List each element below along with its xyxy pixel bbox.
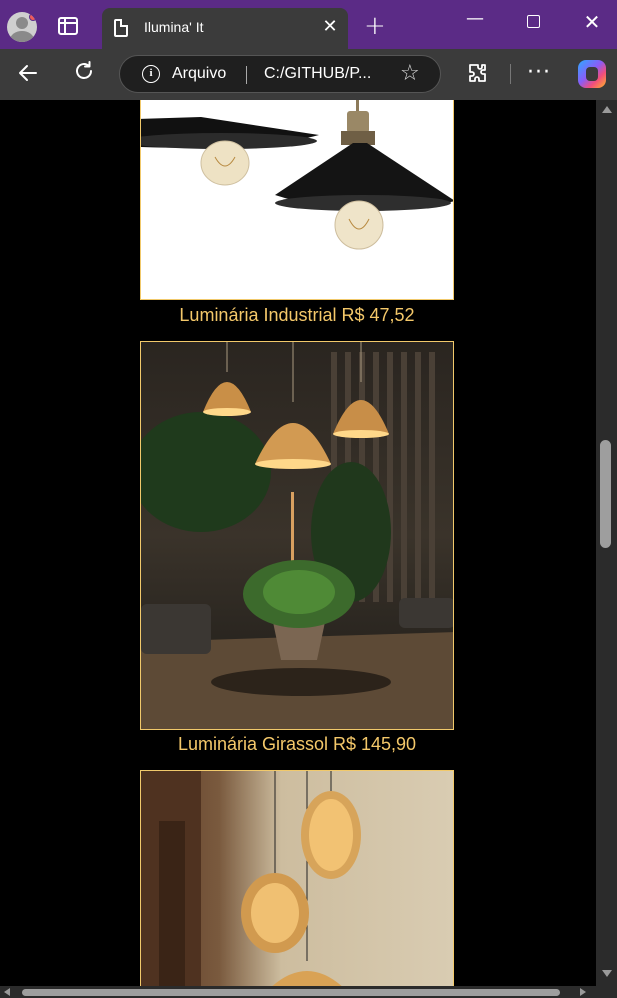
product-caption-1: Luminária Industrial R$ 47,52 xyxy=(179,305,415,325)
reload-icon xyxy=(76,61,92,79)
scroll-down-arrow-icon[interactable] xyxy=(602,970,612,977)
extensions-button[interactable] xyxy=(466,61,490,91)
reload-button[interactable] xyxy=(72,59,96,83)
tab-title: Ilumina' It xyxy=(144,19,204,35)
scroll-left-arrow-icon[interactable] xyxy=(4,988,10,996)
product-image-girassol[interactable] xyxy=(140,341,454,730)
vertical-scrollbar[interactable] xyxy=(596,100,617,986)
puzzle-icon xyxy=(469,64,486,82)
new-tab-button[interactable]: + xyxy=(364,13,386,39)
copilot-icon[interactable] xyxy=(578,60,606,88)
page-viewport: Luminária Industrial R$ 47,52 Luminária … xyxy=(0,100,596,986)
close-tab-button[interactable]: ✕ xyxy=(320,16,340,38)
horizontal-scrollbar[interactable] xyxy=(0,986,617,998)
profile-avatar-icon[interactable] xyxy=(7,12,37,42)
close-window-button[interactable]: ✕ xyxy=(577,10,607,34)
toolbar-divider xyxy=(510,64,511,84)
address-bar[interactable]: i Arquivo C:/GITHUB/P... ☆ xyxy=(119,55,441,93)
product-image-rattan[interactable] xyxy=(140,770,454,986)
site-info-icon[interactable]: i xyxy=(142,65,160,83)
scroll-right-arrow-icon[interactable] xyxy=(580,988,586,996)
woven-pendant-lamps-icon xyxy=(141,342,453,729)
industrial-pendant-lamps-icon xyxy=(141,100,453,250)
scroll-up-arrow-icon[interactable] xyxy=(602,106,612,113)
favorite-star-icon[interactable]: ☆ xyxy=(400,61,420,86)
scrollbar-corner xyxy=(596,986,617,998)
vertical-scroll-thumb[interactable] xyxy=(600,440,611,548)
maximize-icon xyxy=(526,15,540,28)
tab-ilumina-it[interactable]: Ilumina' It ✕ xyxy=(102,8,348,49)
address-divider xyxy=(246,66,247,84)
document-icon xyxy=(114,19,128,37)
settings-more-button[interactable]: ··· xyxy=(527,60,551,85)
product-caption-2: Luminária Girassol R$ 145,90 xyxy=(177,734,417,754)
product-image-industrial[interactable] xyxy=(140,100,454,300)
back-arrow-icon xyxy=(19,65,37,81)
back-button[interactable] xyxy=(16,61,40,91)
minimize-button[interactable]: — xyxy=(460,8,490,29)
scheme-label: Arquivo xyxy=(172,65,227,82)
tab-bar: Ilumina' It ✕ + — ✕ xyxy=(0,0,617,49)
tab-actions-icon[interactable] xyxy=(58,17,78,35)
url-text[interactable]: C:/GITHUB/P... xyxy=(264,65,371,83)
maximize-button[interactable] xyxy=(518,10,548,33)
horizontal-scroll-thumb[interactable] xyxy=(22,989,560,996)
rattan-pendant-lamps-icon xyxy=(141,771,361,986)
